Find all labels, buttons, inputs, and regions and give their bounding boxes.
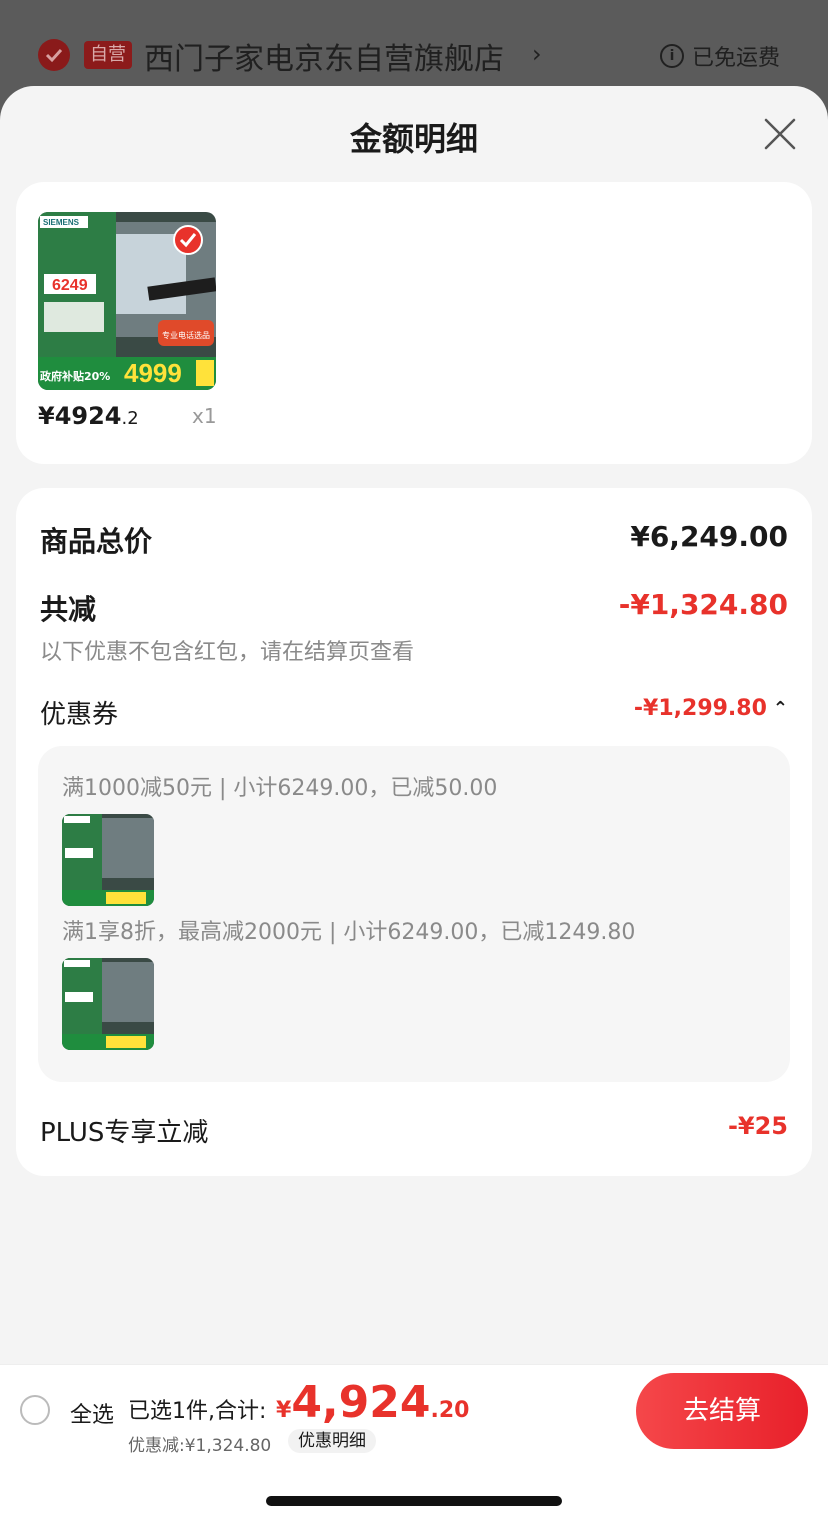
home-indicator-area [0,1456,828,1522]
close-icon [764,118,796,150]
coupon-product-thumbnail [62,958,154,1050]
svg-text:SIEMENS: SIEMENS [43,218,80,227]
checkout-bar: 全选 已选1件,合计: ¥4,924.20 优惠减:¥1,324.80 优惠明细… [0,1364,828,1456]
select-all-checkbox[interactable] [20,1395,50,1425]
product-price: ¥4924.2 [38,402,139,430]
plus-discount-label: PLUS专享立减 [40,1118,209,1148]
coupon-toggle[interactable]: -¥1,299.80 ⌃ [634,696,788,721]
total-price-value: ¥6,249.00 [630,520,788,553]
coupon-line: 满1000减50元 | 小计6249.00，已减50.00 [62,776,498,801]
home-indicator[interactable] [266,1496,562,1506]
coupon-value: -¥1,299.80 [633,696,767,721]
plus-discount-value: -¥25 [727,1112,788,1140]
select-all-label[interactable]: 全选 [70,1397,114,1429]
svg-text:4999: 4999 [124,358,182,388]
coupon-line: 满1享8折，最高减2000元 | 小计6249.00，已减1249.80 [62,920,636,945]
coupon-label: 优惠券 [40,700,119,730]
chevron-up-icon: ⌃ [772,698,788,719]
sheet-title: 金额明细 [349,120,478,158]
amount-detail-sheet: 金额明细 SIEMENS 6249 专业电话选品 政府补贴20% 4999 ¥4… [0,86,828,1522]
selected-summary: 已选1件,合计: [128,1399,267,1424]
self-operated-badge: 自营 [84,41,132,69]
chevron-right-icon[interactable]: › [532,40,542,68]
svg-text:政府补贴20%: 政府补贴20% [40,369,110,383]
reduce-note: 以下优惠不包含红包，请在结算页查看 [40,640,415,665]
store-name[interactable]: 西门子家电京东自营旗舰店 [144,34,504,78]
total-reduce-label: 共减 [40,593,97,626]
total-reduce-value: -¥1,324.80 [618,588,788,621]
product-image[interactable]: SIEMENS 6249 专业电话选品 政府补贴20% 4999 [38,212,216,390]
close-button[interactable] [760,114,800,154]
coupon-details-box: 满1000减50元 | 小计6249.00，已减50.00 满1享8折，最高减2… [38,746,790,1082]
price-detail-card: 商品总价 ¥6,249.00 共减 -¥1,324.80 以下优惠不包含红包，请… [16,488,812,1176]
coupon-product-thumbnail [62,814,154,906]
total-amount: ¥4,924.20 [276,1377,470,1428]
product-quantity: x1 [192,404,217,428]
svg-text:6249: 6249 [52,277,88,294]
shipping-text: 已免运费 [692,46,781,71]
checkout-button[interactable]: 去结算 [636,1373,808,1449]
info-icon: i [660,44,684,68]
product-card: SIEMENS 6249 专业电话选品 政府补贴20% 4999 ¥4924.2… [16,182,812,464]
store-check-icon[interactable] [38,39,70,71]
discount-detail-link[interactable]: 优惠明细 [288,1429,376,1453]
discount-summary: 优惠减:¥1,324.80 [128,1436,272,1456]
shipping-info[interactable]: i 已免运费 [660,40,780,72]
total-price-label: 商品总价 [40,525,153,558]
svg-text:专业电话选品: 专业电话选品 [162,330,210,340]
